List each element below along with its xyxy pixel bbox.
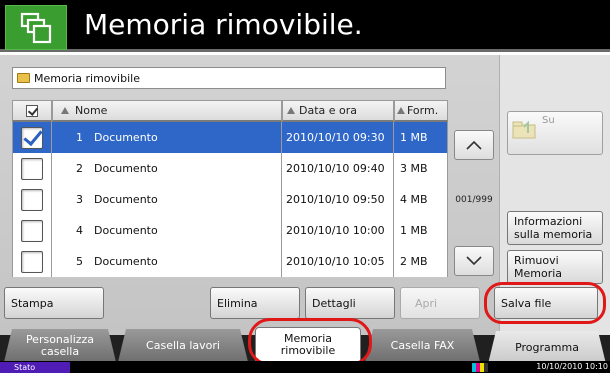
remove-memory-label-2: Memoria <box>514 267 563 280</box>
row-size: 2 MB <box>394 246 448 277</box>
table-row[interactable]: 4 Documento 2010/10/10 10:00 1 MB <box>12 215 448 246</box>
checkbox[interactable] <box>21 126 43 149</box>
highlight-ring <box>248 318 372 366</box>
row-checkbox-cell[interactable] <box>12 246 52 277</box>
highlight-ring <box>484 282 606 324</box>
row-name: 5 Documento <box>52 246 282 277</box>
column-header-date[interactable]: Data e ora <box>282 100 394 122</box>
row-size: 1 MB <box>394 122 448 153</box>
check-icon <box>26 104 38 117</box>
chevron-down-icon <box>466 256 482 266</box>
file-table: Nome Data e ora Form. 1 Documento 2010/10… <box>12 100 448 277</box>
folder-up-icon <box>512 119 538 142</box>
folder-icon <box>17 73 30 83</box>
checkbox[interactable] <box>21 219 43 242</box>
sort-arrow-icon <box>287 107 295 114</box>
row-name: 4 Documento <box>52 215 282 246</box>
row-checkbox-cell[interactable] <box>12 215 52 246</box>
row-date: 2010/10/10 09:40 <box>282 153 394 184</box>
status-bar <box>0 361 610 373</box>
tab-casella-lavori[interactable]: Casella lavori <box>118 329 248 362</box>
column-name-label: Nome <box>75 104 108 117</box>
column-date-label: Data e ora <box>299 104 358 117</box>
scroll-down-button[interactable] <box>454 246 494 276</box>
up-folder-label: Su <box>542 115 555 126</box>
column-size-label: Form. <box>407 104 439 117</box>
checkbox[interactable] <box>21 188 43 211</box>
memory-info-label-2: sulla memoria <box>514 228 593 241</box>
breadcrumb: Memoria rimovibile <box>12 67 446 89</box>
table-row[interactable]: 3 Documento 2010/10/10 09:50 4 MB <box>12 184 448 215</box>
row-date: 2010/10/10 10:00 <box>282 215 394 246</box>
chevron-up-icon <box>466 140 482 150</box>
sort-arrow-icon <box>397 107 405 114</box>
table-row[interactable]: 5 Documento 2010/10/10 10:05 2 MB <box>12 246 448 277</box>
details-button[interactable]: Dettagli <box>305 287 395 319</box>
row-name: 2 Documento <box>52 153 282 184</box>
status-button[interactable]: Stato <box>0 362 70 373</box>
tab-casella-fax[interactable]: Casella FAX <box>365 329 480 362</box>
tab-programma[interactable]: Programma <box>488 331 606 364</box>
table-row[interactable]: 1 Documento 2010/10/10 09:30 1 MB <box>12 122 448 153</box>
select-all-checkbox[interactable] <box>12 100 52 122</box>
scroll-up-button[interactable] <box>454 130 494 160</box>
row-size: 1 MB <box>394 215 448 246</box>
removable-memory-icon <box>5 5 67 50</box>
table-header: Nome Data e ora Form. <box>12 100 448 122</box>
row-name: 1 Documento <box>52 122 282 153</box>
delete-button[interactable]: Elimina <box>210 287 300 319</box>
memory-info-button[interactable]: Informazioni sulla memoria <box>507 211 603 245</box>
clock: 10/10/2010 10:10 <box>536 362 608 371</box>
open-button[interactable]: Apri <box>400 287 480 319</box>
print-button[interactable]: Stampa <box>4 287 104 319</box>
up-folder-button[interactable]: Su <box>507 111 603 155</box>
remove-memory-button[interactable]: Rimuovi Memoria <box>507 250 603 284</box>
row-size: 3 MB <box>394 153 448 184</box>
row-date: 2010/10/10 09:50 <box>282 184 394 215</box>
column-header-name[interactable]: Nome <box>52 100 282 122</box>
row-name: 3 Documento <box>52 184 282 215</box>
checkbox[interactable] <box>21 250 43 273</box>
sort-arrow-icon <box>61 107 69 114</box>
tab-personalizza-casella[interactable]: Personalizza casella <box>4 329 116 362</box>
toner-level-icon <box>472 363 488 372</box>
breadcrumb-label: Memoria rimovibile <box>34 71 140 85</box>
row-checkbox-cell[interactable] <box>12 122 52 153</box>
memory-info-label: Informazioni <box>514 215 583 228</box>
screen: Memoria rimovibile. Memoria rimovibile N… <box>0 0 610 373</box>
row-size: 4 MB <box>394 184 448 215</box>
page-indicator: 001/999 <box>455 195 493 205</box>
column-header-size[interactable]: Form. <box>394 100 448 122</box>
row-date: 2010/10/10 10:05 <box>282 246 394 277</box>
row-date: 2010/10/10 09:30 <box>282 122 394 153</box>
page-title: Memoria rimovibile. <box>84 8 363 41</box>
row-checkbox-cell[interactable] <box>12 153 52 184</box>
checkbox[interactable] <box>21 157 43 180</box>
header-bar: Memoria rimovibile. <box>0 0 610 52</box>
row-checkbox-cell[interactable] <box>12 184 52 215</box>
table-row[interactable]: 2 Documento 2010/10/10 09:40 3 MB <box>12 153 448 184</box>
remove-memory-label: Rimuovi <box>514 254 559 267</box>
